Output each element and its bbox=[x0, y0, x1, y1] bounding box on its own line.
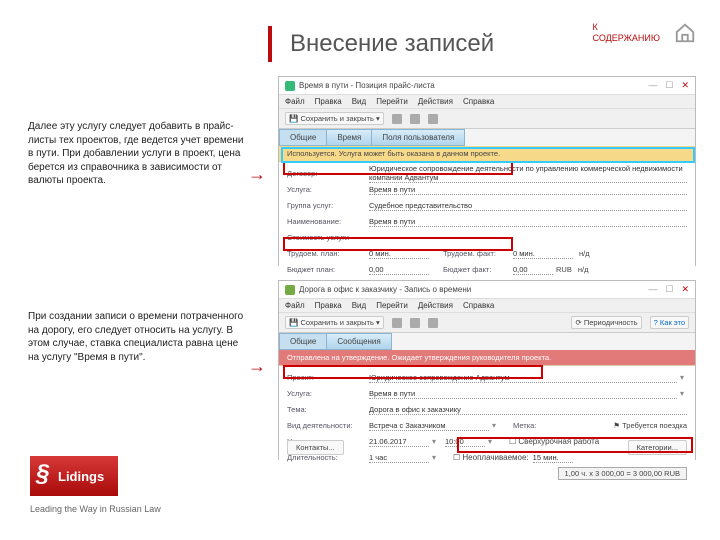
label-budgetplan: Бюджет план: bbox=[287, 265, 369, 274]
logo-text: Lidings bbox=[58, 469, 104, 484]
toolbar-icon[interactable] bbox=[428, 318, 438, 328]
logo: § Lidings bbox=[30, 456, 118, 496]
arrow-icon: → bbox=[248, 356, 266, 377]
close-icon[interactable]: ✕ bbox=[681, 284, 689, 295]
periodicity-button[interactable]: ⟳ Периодичность bbox=[571, 316, 641, 329]
app-icon bbox=[285, 81, 295, 91]
menubar: Файл Правка Вид Перейти Действия Справка bbox=[279, 95, 695, 109]
save-close-button[interactable]: 💾 Сохранить и закрыть ▾ bbox=[285, 112, 384, 125]
toolbar-icon[interactable] bbox=[410, 114, 420, 124]
logo-symbol: § bbox=[36, 460, 49, 488]
paragraph-1: Далее эту услугу следует добавить в прай… bbox=[28, 120, 248, 188]
status-banner: Отправлена на утверждение. Ожидает утвер… bbox=[279, 350, 695, 366]
tabs: Общие Время Поля пользователя bbox=[279, 129, 695, 146]
arrow-icon: → bbox=[248, 164, 266, 185]
window-titlebar: Время в пути - Позиция прайс-листа —☐✕ bbox=[279, 77, 695, 95]
highlight-service bbox=[283, 365, 543, 379]
menubar: Файл Правка Вид Перейти Действия Справка bbox=[279, 299, 695, 313]
tab-general[interactable]: Общие bbox=[279, 333, 326, 350]
field-budgetfact[interactable]: 0,00 bbox=[513, 264, 553, 275]
close-icon[interactable]: ✕ bbox=[681, 80, 689, 91]
menu-edit[interactable]: Правка bbox=[315, 301, 342, 310]
menu-goto[interactable]: Перейти bbox=[376, 97, 408, 106]
menu-help[interactable]: Справка bbox=[463, 97, 494, 106]
tabs: Общие Сообщения bbox=[279, 333, 695, 350]
page-title: Внесение записей bbox=[290, 30, 494, 58]
toolbar-icon[interactable] bbox=[428, 114, 438, 124]
maximize-icon[interactable]: ☐ bbox=[665, 284, 673, 295]
tab-userfields[interactable]: Поля пользователя bbox=[371, 129, 465, 146]
title-accent bbox=[268, 26, 272, 62]
field-service[interactable]: Время в пути bbox=[369, 388, 677, 399]
save-close-button[interactable]: 💾 Сохранить и закрыть ▾ bbox=[285, 316, 384, 329]
tab-messages[interactable]: Сообщения bbox=[326, 333, 391, 350]
minimize-icon[interactable]: — bbox=[648, 80, 657, 91]
toc-link[interactable]: К СОДЕРЖАНИЮ bbox=[593, 22, 660, 44]
calc-display: 1,00 ч. x 3 000,00 = 3 000,00 RUB bbox=[558, 467, 687, 480]
menu-view[interactable]: Вид bbox=[352, 301, 366, 310]
menu-edit[interactable]: Правка bbox=[315, 97, 342, 106]
menu-view[interactable]: Вид bbox=[352, 97, 366, 106]
toolbar-icon[interactable] bbox=[410, 318, 420, 328]
field-activity[interactable]: Встреча с Заказчиком bbox=[369, 420, 489, 431]
toolbar: 💾 Сохранить и закрыть ▾ ⟳ Периодичность … bbox=[279, 313, 695, 333]
window-titlebar: Дорога в офис к заказчику - Запись о вре… bbox=[279, 281, 695, 299]
field-budgetplan[interactable]: 0,00 bbox=[369, 264, 429, 275]
field-name[interactable]: Время в пути bbox=[369, 216, 687, 227]
highlight-price bbox=[283, 237, 513, 251]
label-name: Наименование: bbox=[287, 217, 369, 226]
highlight-service bbox=[283, 161, 513, 175]
toolbar-icon[interactable] bbox=[392, 318, 402, 328]
home-icon[interactable] bbox=[674, 22, 696, 44]
label-tag: Метка: bbox=[513, 421, 553, 430]
help-button[interactable]: ? Как это bbox=[650, 316, 689, 329]
nd-badge: н/д bbox=[579, 249, 603, 258]
contacts-button[interactable]: Контакты... bbox=[287, 440, 344, 455]
field-service[interactable]: Время в пути bbox=[369, 184, 687, 195]
label-service: Услуга: bbox=[287, 185, 369, 194]
toolbar: 💾 Сохранить и закрыть ▾ bbox=[279, 109, 695, 129]
menu-help[interactable]: Справка bbox=[463, 301, 494, 310]
field-subject[interactable]: Дорога в офис к заказчику bbox=[369, 404, 687, 415]
maximize-icon[interactable]: ☐ bbox=[665, 80, 673, 91]
menu-goto[interactable]: Перейти bbox=[376, 301, 408, 310]
screenshot-price-list: Время в пути - Позиция прайс-листа —☐✕ Ф… bbox=[278, 76, 696, 266]
label-subject: Тема: bbox=[287, 405, 369, 414]
menu-file[interactable]: Файл bbox=[285, 97, 305, 106]
label-budgetfact: Бюджет факт: bbox=[443, 265, 513, 274]
tab-time[interactable]: Время bbox=[326, 129, 371, 146]
menu-actions[interactable]: Действия bbox=[418, 97, 453, 106]
menu-file[interactable]: Файл bbox=[285, 301, 305, 310]
toolbar-icon[interactable] bbox=[392, 114, 402, 124]
nd-badge: н/д bbox=[578, 265, 602, 274]
menu-actions[interactable]: Действия bbox=[418, 301, 453, 310]
label-activity: Вид деятельности: bbox=[287, 421, 369, 430]
label-service: Услуга: bbox=[287, 389, 369, 398]
field-laborfact[interactable]: 0 мин. bbox=[513, 248, 573, 259]
field-group[interactable]: Судебное представительство bbox=[369, 200, 687, 211]
page-title-bar: Внесение записей bbox=[268, 26, 494, 62]
minimize-icon[interactable]: — bbox=[648, 284, 657, 295]
tab-general[interactable]: Общие bbox=[279, 129, 326, 146]
form: Проект:Юридическое сопровождение Адванту… bbox=[279, 366, 695, 486]
label-group: Группа услуг: bbox=[287, 201, 369, 210]
paragraph-2: При создании записи о времени потраченно… bbox=[28, 310, 248, 364]
highlight-contract bbox=[281, 147, 695, 163]
highlight-calc bbox=[457, 437, 693, 453]
screenshot-time-entry: Дорога в офис к заказчику - Запись о вре… bbox=[278, 280, 696, 460]
tagline: Leading the Way in Russian Law bbox=[30, 504, 161, 514]
app-icon bbox=[285, 285, 295, 295]
